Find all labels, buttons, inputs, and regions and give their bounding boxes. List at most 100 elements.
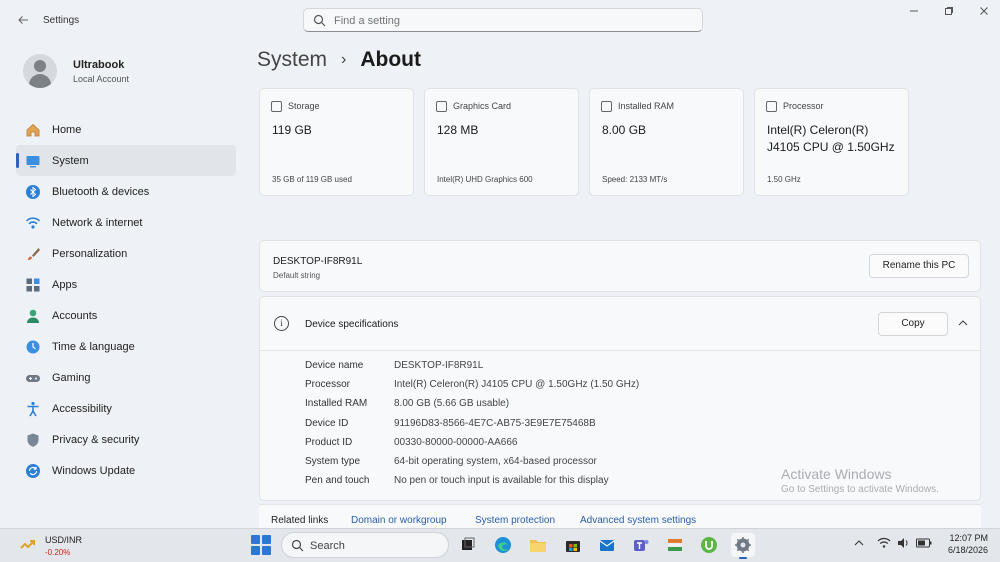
restore-button[interactable] xyxy=(942,6,956,20)
system-icon xyxy=(24,152,41,169)
rename-pc-button[interactable]: Rename this PC xyxy=(869,254,969,278)
chevron-up-icon[interactable] xyxy=(957,317,969,329)
sidebar-item-label: Apps xyxy=(52,278,78,291)
wifi-icon xyxy=(877,537,891,548)
sidebar-item-home[interactable]: Home xyxy=(16,114,236,145)
file-explorer-app[interactable] xyxy=(526,533,550,557)
globe-clock-icon xyxy=(24,338,41,355)
show-hidden-icons-button[interactable] xyxy=(854,538,864,551)
search-icon xyxy=(291,539,304,552)
start-logo-tile xyxy=(251,546,260,555)
home-icon xyxy=(24,121,41,138)
battery-status[interactable] xyxy=(916,538,932,551)
sidebar-item-label: Home xyxy=(52,123,82,136)
sidebar-item-label: Gaming xyxy=(52,371,91,384)
speaker-icon xyxy=(898,538,908,548)
activation-watermark: Activate Windows Go to Settings to activ… xyxy=(781,466,939,495)
card-sub: 35 GB of 119 GB used xyxy=(272,175,352,184)
sidebar-item-network[interactable]: Network & internet xyxy=(16,207,236,238)
widget-title: USD/INR xyxy=(45,535,83,545)
sidebar-item-bluetooth[interactable]: Bluetooth & devices xyxy=(16,176,236,207)
start-logo-tile xyxy=(262,535,271,544)
watermark-title: Activate Windows xyxy=(781,466,892,482)
network-status[interactable] xyxy=(877,537,891,552)
taskbar-search[interactable]: Search xyxy=(281,532,449,558)
teams-app[interactable] xyxy=(629,533,653,557)
sidebar-item-time-language[interactable]: Time & language xyxy=(16,331,236,362)
sidebar-item-gaming[interactable]: Gaming xyxy=(16,362,236,393)
clock-time: 12:07 PM xyxy=(949,533,988,543)
update-icon xyxy=(24,462,41,479)
store-app[interactable] xyxy=(561,533,585,557)
edge-app[interactable] xyxy=(491,533,515,557)
card-value-line: Intel(R) Celeron(R) xyxy=(767,123,869,137)
ram-card: Installed RAM 8.00 GB Speed: 2133 MT/s xyxy=(589,88,744,196)
domain-workgroup-link[interactable]: Domain or workgroup xyxy=(351,515,447,526)
store-icon xyxy=(566,541,580,552)
card-label: Installed RAM xyxy=(618,101,675,111)
apps-icon xyxy=(24,276,41,293)
pc-name: DESKTOP-IF8R91L xyxy=(273,256,363,267)
storage-icon xyxy=(271,101,282,112)
gamepad-icon xyxy=(24,369,41,386)
sidebar-item-accounts[interactable]: Accounts xyxy=(16,300,236,331)
outlook-app[interactable] xyxy=(595,533,619,557)
card-sub: Intel(R) UHD Graphics 600 xyxy=(437,175,533,184)
sidebar-item-apps[interactable]: Apps xyxy=(16,269,236,300)
spec-value: 64-bit operating system, x64-based proce… xyxy=(394,455,597,467)
sidebar-item-label: Network & internet xyxy=(52,216,143,229)
breadcrumb-parent[interactable]: System xyxy=(257,48,327,72)
card-value: 8.00 GB xyxy=(602,123,647,137)
profile-name: Ultrabook xyxy=(73,59,125,71)
back-button[interactable] xyxy=(14,12,32,30)
spec-key: Pen and touch xyxy=(305,475,370,487)
sidebar-item-windows-update[interactable]: Windows Update xyxy=(16,455,236,486)
pinned-app[interactable] xyxy=(663,533,687,557)
sidebar-item-personalization[interactable]: Personalization xyxy=(16,238,236,269)
system-protection-link[interactable]: System protection xyxy=(475,515,555,526)
copy-button[interactable]: Copy xyxy=(878,312,948,336)
profile-account-type: Local Account xyxy=(73,74,130,84)
breadcrumb: System › About xyxy=(257,48,421,72)
spec-row: Pen and touch No pen or touch input is av… xyxy=(305,475,639,494)
settings-search-box[interactable] xyxy=(303,8,703,32)
related-links-bar: Related links Domain or workgroup System… xyxy=(259,504,981,528)
taskbar-search-label: Search xyxy=(310,540,345,552)
search-icon xyxy=(313,14,326,27)
graphics-card: Graphics Card 128 MB Intel(R) UHD Graphi… xyxy=(424,88,579,196)
graphics-card-icon xyxy=(436,101,447,112)
spec-value: Intel(R) Celeron(R) J4105 CPU @ 1.50GHz … xyxy=(394,379,640,391)
sidebar-item-label: Time & language xyxy=(52,340,135,353)
search-input[interactable] xyxy=(334,12,684,29)
breadcrumb-separator: › xyxy=(341,51,347,68)
sidebar-item-label: Accounts xyxy=(52,309,98,322)
sidebar-item-system[interactable]: System xyxy=(16,145,236,176)
task-view-button[interactable] xyxy=(456,533,480,557)
sidebar-item-label: Bluetooth & devices xyxy=(52,185,150,198)
close-icon xyxy=(980,7,988,15)
processor-icon xyxy=(766,101,777,112)
volume-status[interactable] xyxy=(897,537,910,552)
info-icon: i xyxy=(274,316,289,331)
torrent-app[interactable] xyxy=(697,533,721,557)
avatar[interactable] xyxy=(23,54,57,88)
start-button[interactable] xyxy=(251,535,271,555)
device-specifications-header[interactable]: i Device specifications Copy xyxy=(260,297,980,351)
page-title: About xyxy=(360,48,421,71)
minimize-button[interactable] xyxy=(907,6,921,20)
storage-card: Storage 119 GB 35 GB of 119 GB used xyxy=(259,88,414,196)
clock[interactable]: 12:07 PM 6/18/2026 xyxy=(938,532,988,556)
card-value: Intel(R) Celeron(R) J4105 CPU @ 1.50GHz xyxy=(767,122,895,156)
spec-value: 00330-80000-00000-AA666 xyxy=(394,436,518,448)
sidebar-item-privacy[interactable]: Privacy & security xyxy=(16,424,236,455)
card-sub: 1.50 GHz xyxy=(767,175,801,184)
close-button[interactable] xyxy=(977,6,991,20)
sidebar-item-accessibility[interactable]: Accessibility xyxy=(16,393,236,424)
sidebar-item-label: Windows Update xyxy=(52,464,136,477)
related-links-label: Related links xyxy=(271,515,329,526)
sidebar-item-label: System xyxy=(52,154,89,167)
card-label: Graphics Card xyxy=(453,101,512,111)
settings-app[interactable] xyxy=(731,533,755,559)
advanced-system-settings-link[interactable]: Advanced system settings xyxy=(580,515,696,526)
card-label: Storage xyxy=(288,101,320,111)
